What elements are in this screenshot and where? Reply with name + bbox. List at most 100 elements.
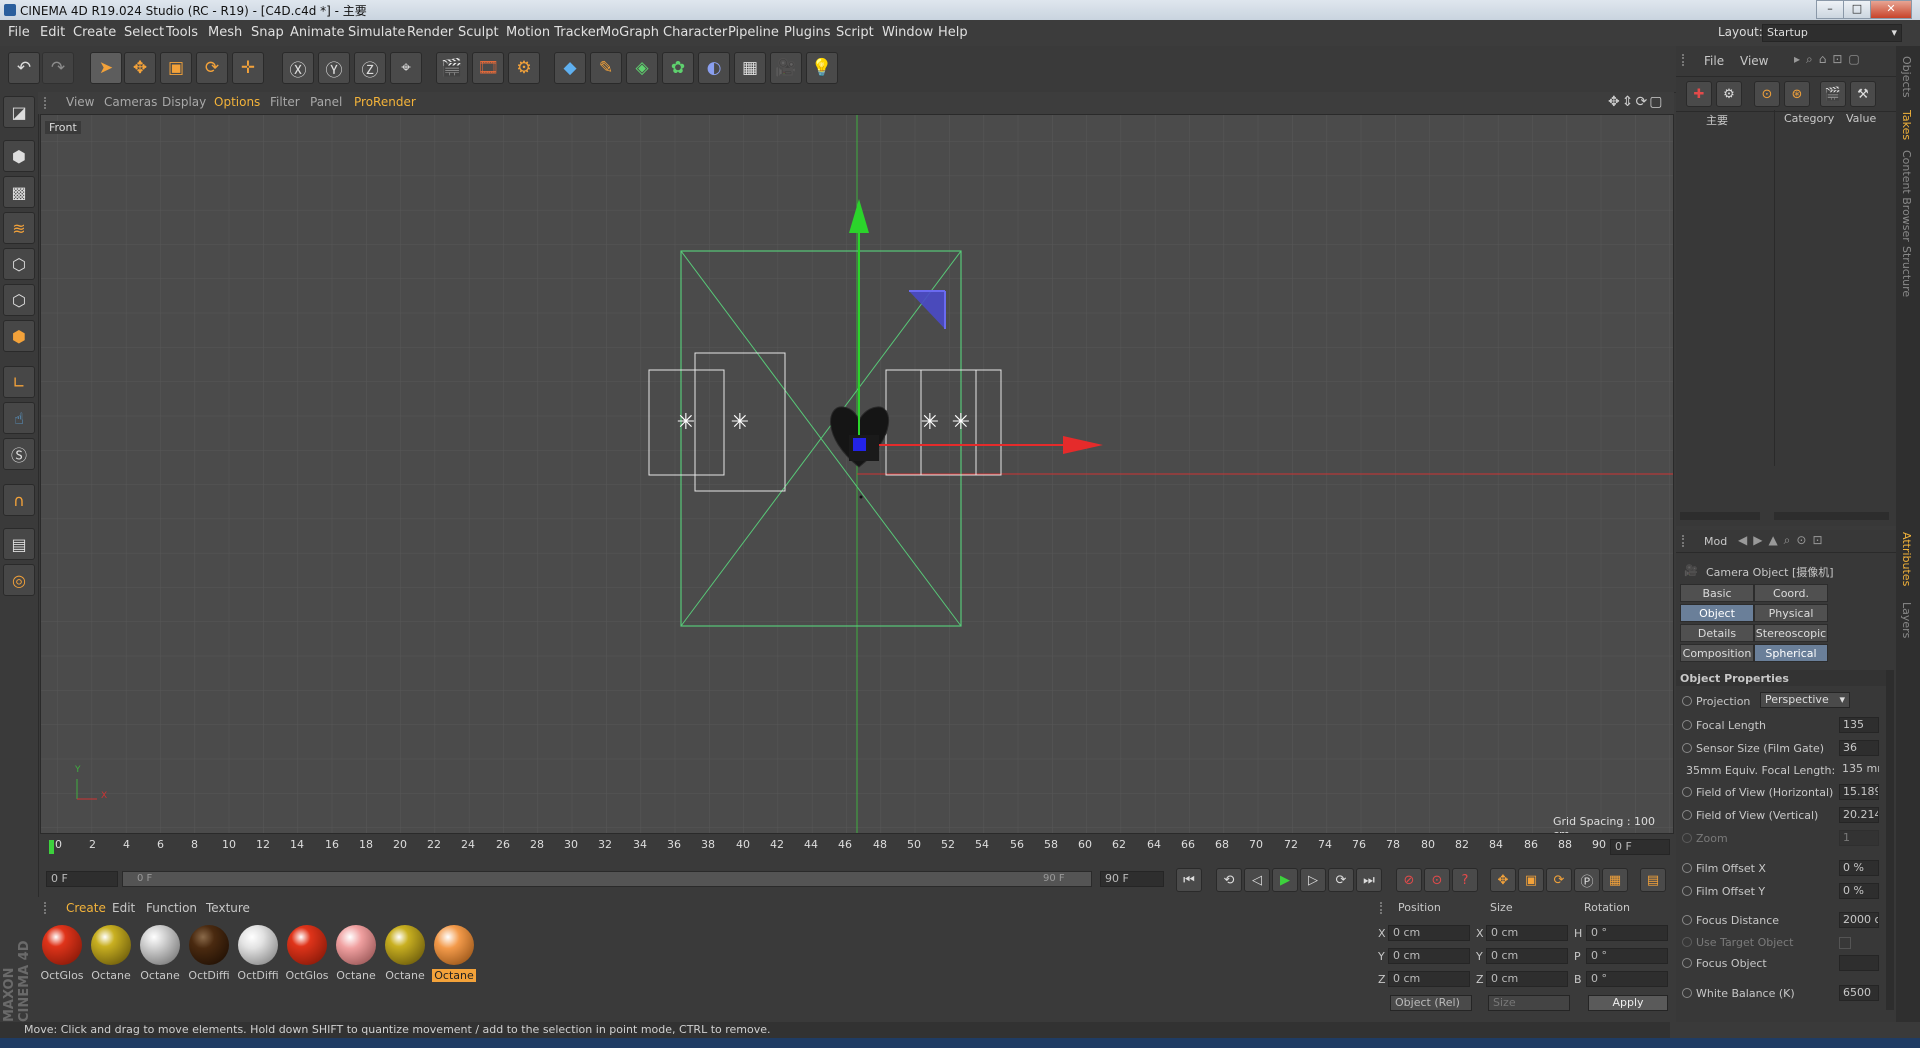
animate-dot-icon[interactable] <box>1682 787 1692 797</box>
viewport-menu-view[interactable]: View <box>66 95 94 109</box>
next-frame-icon[interactable]: ▷ <box>1300 868 1326 892</box>
fov-horizontal-field[interactable]: 15.189 <box>1839 784 1879 800</box>
autokey-icon[interactable]: ⊙ <box>1424 868 1450 892</box>
menu-motion-tracker[interactable]: Motion Tracker <box>506 25 601 40</box>
mat-menu-function[interactable]: Function <box>146 901 197 915</box>
viewport-menu-prorender[interactable]: ProRender <box>354 95 416 109</box>
move-tool-icon[interactable]: ✥ <box>124 52 156 84</box>
menu-mesh[interactable]: Mesh <box>208 25 242 40</box>
subdivision-icon[interactable]: ◈ <box>626 52 658 84</box>
render-picture-viewer-icon[interactable]: 🎞 <box>472 52 504 84</box>
take-lock-icon[interactable]: ⊛ <box>1784 81 1810 107</box>
tab-basic[interactable]: Basic <box>1680 584 1754 602</box>
add-take-icon[interactable]: ✚ <box>1686 81 1712 107</box>
material-swatch[interactable]: Octane <box>383 925 427 987</box>
range-slider[interactable]: 0 F 90 F <box>122 871 1092 887</box>
record-icon[interactable]: ⊘ <box>1396 868 1422 892</box>
next-key-icon[interactable]: ⟳ <box>1328 868 1354 892</box>
make-editable-icon[interactable]: ◪ <box>3 96 35 128</box>
projection-dropdown[interactable]: Perspective ▾ <box>1760 692 1850 708</box>
obj-panel-icons[interactable]: ▸⌕⌂⊡▢ <box>1794 52 1866 67</box>
position-z-field[interactable]: 0 cm <box>1388 971 1470 987</box>
timeline-window-icon[interactable]: ▤ <box>1640 868 1666 892</box>
menu-edit[interactable]: Edit <box>40 25 65 40</box>
layout-dropdown[interactable]: Startup ▾ <box>1762 24 1902 42</box>
key-position-icon[interactable]: ✥ <box>1490 868 1516 892</box>
tab-object[interactable]: Object <box>1680 604 1754 622</box>
tab-takes-vertical[interactable]: Takes <box>1900 110 1913 140</box>
attr-nav-icons[interactable]: ◀▶▲⌕⊙⊡ <box>1738 533 1829 548</box>
size-mode-dropdown[interactable]: Size <box>1488 995 1570 1011</box>
minimize-button[interactable]: – <box>1816 0 1844 19</box>
take-render-icon[interactable]: 🎬 <box>1820 81 1846 107</box>
light-icon[interactable]: 💡 <box>806 52 838 84</box>
mode-menu[interactable]: Mod <box>1704 535 1727 548</box>
menu-pipeline[interactable]: Pipeline <box>728 25 779 40</box>
floor-icon[interactable]: ▦ <box>734 52 766 84</box>
start-frame-field[interactable]: 0 F <box>46 871 118 887</box>
edges-mode-icon[interactable]: ⬡ <box>3 284 35 316</box>
vertical-scrollbar[interactable] <box>1886 670 1894 1010</box>
focus-object-field[interactable] <box>1839 955 1879 971</box>
maximize-button[interactable]: □ <box>1843 0 1871 19</box>
tab-attributes-vertical[interactable]: Attributes <box>1900 532 1913 586</box>
position-x-field[interactable]: 0 cm <box>1388 925 1470 941</box>
transform-tool-icon[interactable]: ✛ <box>232 52 264 84</box>
render-view-icon[interactable]: 🎬 <box>436 52 468 84</box>
z-axis-icon[interactable]: Ⓩ <box>354 52 386 84</box>
texture-mode-icon[interactable]: ▩ <box>3 176 35 208</box>
menu-tools[interactable]: Tools <box>166 25 198 40</box>
material-swatch[interactable]: OctGlos <box>285 925 329 987</box>
goto-start-icon[interactable]: ⏮ <box>1176 868 1202 892</box>
coord-mode-dropdown[interactable]: Object (Rel) <box>1390 995 1472 1011</box>
menu-window[interactable]: Window <box>882 25 933 40</box>
prev-key-icon[interactable]: ⟲ <box>1216 868 1242 892</box>
key-scale-icon[interactable]: ▣ <box>1518 868 1544 892</box>
film-offset-y-field[interactable]: 0 % <box>1839 883 1879 899</box>
position-y-field[interactable]: 0 cm <box>1388 948 1470 964</box>
close-button[interactable]: ✕ <box>1870 0 1912 19</box>
magnet-icon[interactable]: ∩ <box>3 484 35 516</box>
horizontal-scrollbar-2[interactable] <box>1774 512 1889 520</box>
undo-icon[interactable]: ↶ <box>8 52 40 84</box>
mat-menu-create[interactable]: Create <box>66 901 106 915</box>
animate-dot-icon[interactable] <box>1682 863 1692 873</box>
y-axis-icon[interactable]: Ⓨ <box>318 52 350 84</box>
points-mode-icon[interactable]: ⬡ <box>3 248 35 280</box>
tab-layers-vertical[interactable]: Layers <box>1900 602 1913 638</box>
material-swatch-selected[interactable]: Octane <box>432 925 476 987</box>
model-mode-icon[interactable]: ⬢ <box>3 140 35 172</box>
tab-composition[interactable]: Composition <box>1680 644 1754 662</box>
workplane-icon[interactable]: ≋ <box>3 212 35 244</box>
current-frame-field[interactable]: 0 F <box>1610 839 1670 855</box>
viewport-menu-filter[interactable]: Filter <box>270 95 300 109</box>
menu-select[interactable]: Select <box>124 25 164 40</box>
size-x-field[interactable]: 0 cm <box>1486 925 1568 941</box>
polygons-mode-icon[interactable]: ⬢ <box>3 320 35 352</box>
tab-content-browser-vertical[interactable]: Content Browser <box>1900 150 1913 242</box>
animate-dot-icon[interactable] <box>1682 937 1692 947</box>
animate-dot-icon[interactable] <box>1682 743 1692 753</box>
menu-render[interactable]: Render <box>407 25 453 40</box>
redo-icon[interactable]: ↷ <box>42 52 74 84</box>
viewport-menu-options[interactable]: Options <box>214 95 260 109</box>
scale-tool-icon[interactable]: ▣ <box>160 52 192 84</box>
animate-dot-icon[interactable] <box>1682 886 1692 896</box>
timeline-ruler[interactable]: 0 2 4 6 8 10 12 14 16 18 20 22 24 26 28 … <box>40 836 1674 858</box>
tab-objects-vertical[interactable]: Objects <box>1900 56 1913 98</box>
menu-simulate[interactable]: Simulate <box>348 25 405 40</box>
camera-icon[interactable]: 🎥 <box>770 52 802 84</box>
take-settings-icon[interactable]: ⚒ <box>1850 81 1876 107</box>
keyframe-selection-icon[interactable]: ? <box>1452 868 1478 892</box>
play-icon[interactable]: ▶ <box>1272 868 1298 892</box>
playhead[interactable] <box>49 840 54 854</box>
focal-length-field[interactable]: 135 <box>1839 717 1879 733</box>
menu-create[interactable]: Create <box>73 25 116 40</box>
rotation-h-field[interactable]: 0 ° <box>1586 925 1668 941</box>
size-y-field[interactable]: 0 cm <box>1486 948 1568 964</box>
key-rotation-icon[interactable]: ⟳ <box>1546 868 1572 892</box>
animate-dot-icon[interactable] <box>1682 833 1692 843</box>
material-swatch[interactable]: OctGlos <box>40 925 84 987</box>
viewport-menu-panel[interactable]: Panel <box>310 95 342 109</box>
size-z-field[interactable]: 0 cm <box>1486 971 1568 987</box>
